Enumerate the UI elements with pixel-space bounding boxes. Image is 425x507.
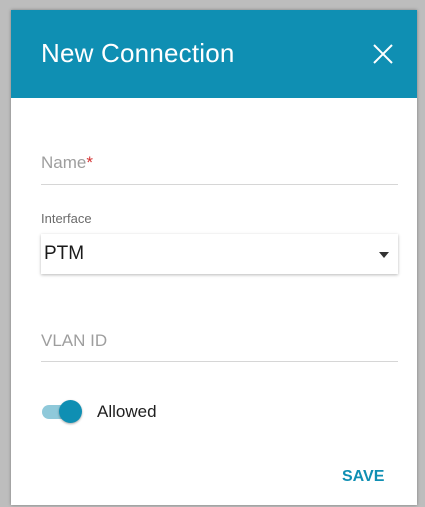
allowed-toggle-label: Allowed (97, 402, 157, 421)
dialog-title: New Connection (41, 38, 235, 68)
save-button[interactable]: SAVE (342, 468, 384, 486)
name-label-text: Name (41, 153, 87, 172)
toggle-knob (59, 400, 82, 423)
interface-select[interactable]: PTM (41, 234, 398, 274)
allowed-toggle[interactable] (40, 399, 84, 423)
new-connection-dialog: New Connection Name* Interface PTM VLAN … (11, 10, 417, 505)
interface-label: Interface (41, 211, 92, 226)
interface-select-value: PTM (44, 243, 85, 264)
close-icon[interactable] (372, 43, 394, 65)
name-field-label: Name* (41, 153, 93, 173)
caret-down-icon (379, 252, 389, 258)
required-marker: * (86, 153, 93, 172)
vlan-id-label: VLAN ID (41, 331, 108, 350)
name-field-underline (41, 184, 398, 185)
dialog-header: New Connection (11, 10, 417, 98)
vlan-id-field-underline (41, 361, 398, 362)
